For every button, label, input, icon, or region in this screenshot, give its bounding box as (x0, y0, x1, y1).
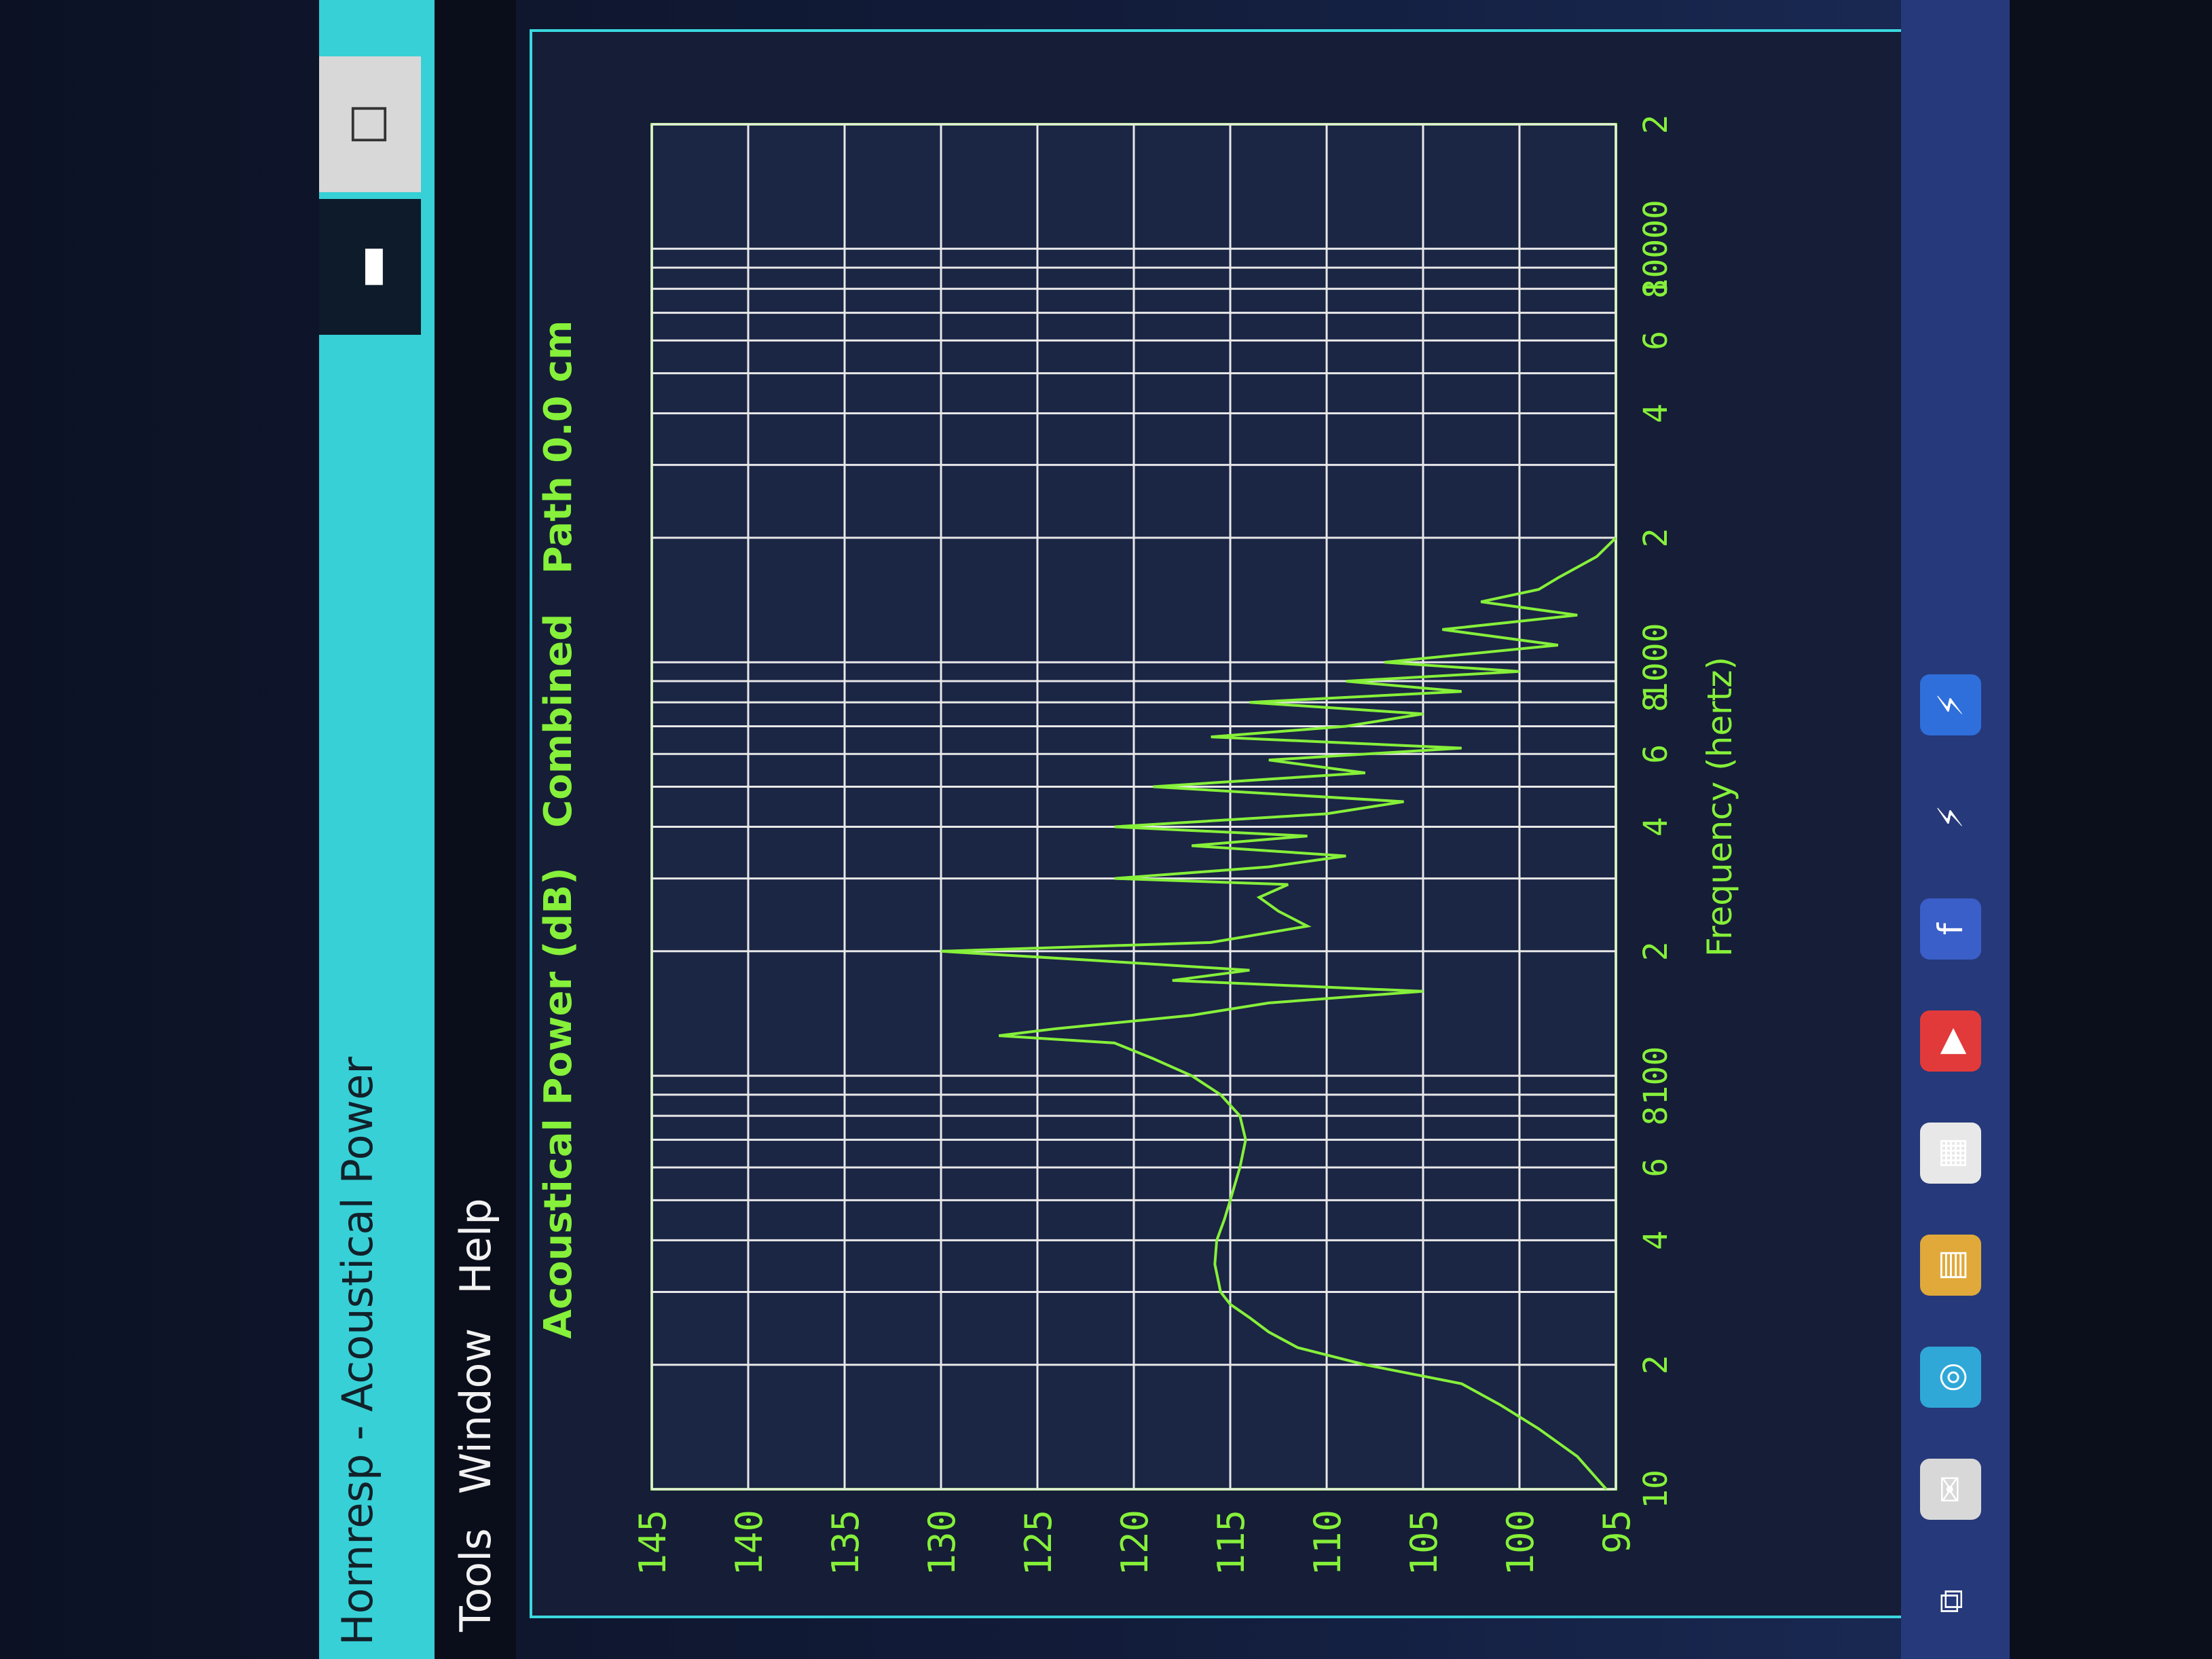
x-tick-label: 4 (1637, 1230, 1675, 1250)
lightning-app-icon[interactable]: ⚡ (1920, 674, 1981, 735)
y-tick-label: 100 (1499, 1510, 1542, 1576)
x-tick-label: 6 (1637, 1158, 1675, 1178)
y-tick-label: 145 (631, 1510, 674, 1576)
x-tick-label: 2 (1637, 1355, 1675, 1374)
x-tick-label: 2 (1637, 941, 1675, 961)
x-tick-label: 2 (1637, 528, 1675, 547)
y-tick-label: 120 (1113, 1510, 1156, 1576)
x-tick-label: 6 (1637, 331, 1675, 350)
y-tick-label: 135 (824, 1510, 867, 1576)
x-tick-label: 4 (1637, 817, 1675, 837)
rotated-desktop: Hornresp - Acoustical Power ▬ ☐ Tools Wi… (0, 0, 2010, 1659)
x-tick-label: 10000 (1637, 200, 1675, 298)
y-tick-label: 130 (921, 1510, 963, 1576)
store-icon[interactable]: ▦ (1920, 1123, 1981, 1184)
taskbar: ⧉ ✉ ◎ ▤ ▦ ▶ f ⚡ ⚡ (1901, 0, 2010, 1659)
y-tick-label: 115 (1210, 1510, 1253, 1576)
x-tick-label: 6 (1637, 744, 1675, 764)
x-axis-label: Frequency (hertz) (1700, 657, 1739, 957)
lightning-icon[interactable]: ⚡ (1920, 786, 1981, 847)
x-tick-label: 1000 (1637, 623, 1675, 701)
acoustical-power-chart: 9510010511011512012513013514014510246810… (631, 115, 1739, 1576)
monitor-screen: Hornresp - Acoustical Power ▬ ☐ Tools Wi… (0, 0, 2010, 1659)
x-tick-label: 2 (1637, 115, 1675, 134)
y-tick-label: 105 (1403, 1510, 1445, 1576)
x-tick-label: 10 (1637, 1470, 1675, 1509)
file-explorer-icon[interactable]: ▤ (1920, 1235, 1981, 1296)
task-view-icon[interactable]: ⧉ (1920, 1571, 1981, 1632)
mail-icon[interactable]: ✉ (1920, 1459, 1981, 1520)
x-tick-label: 100 (1637, 1046, 1675, 1106)
facebook-icon[interactable]: f (1920, 898, 1981, 960)
edge-icon[interactable]: ◎ (1920, 1347, 1981, 1408)
youtube-icon[interactable]: ▶ (1920, 1010, 1981, 1072)
y-tick-label: 95 (1596, 1510, 1638, 1554)
x-tick-label: 8 (1637, 1106, 1675, 1126)
y-tick-label: 125 (1017, 1510, 1060, 1576)
x-tick-label: 4 (1637, 403, 1675, 423)
y-tick-label: 110 (1306, 1510, 1349, 1576)
y-tick-label: 140 (728, 1510, 771, 1576)
